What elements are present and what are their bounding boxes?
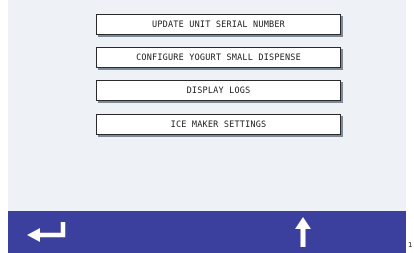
up-button[interactable] bbox=[292, 215, 314, 249]
update-unit-serial-number-button[interactable]: UPDATE UNIT SERIAL NUMBER bbox=[96, 14, 341, 35]
back-arrow-icon bbox=[27, 222, 66, 242]
back-button[interactable] bbox=[23, 219, 69, 245]
display-logs-button[interactable]: DISPLAY LOGS bbox=[96, 80, 341, 101]
configure-yogurt-small-dispense-button[interactable]: CONFIGURE YOGURT SMALL DISPENSE bbox=[96, 47, 341, 68]
page-number: 1 bbox=[408, 241, 413, 249]
bottom-navigation-bar bbox=[8, 211, 406, 253]
up-arrow-icon bbox=[295, 217, 311, 247]
ice-maker-settings-button[interactable]: ICE MAKER SETTINGS bbox=[96, 114, 341, 135]
